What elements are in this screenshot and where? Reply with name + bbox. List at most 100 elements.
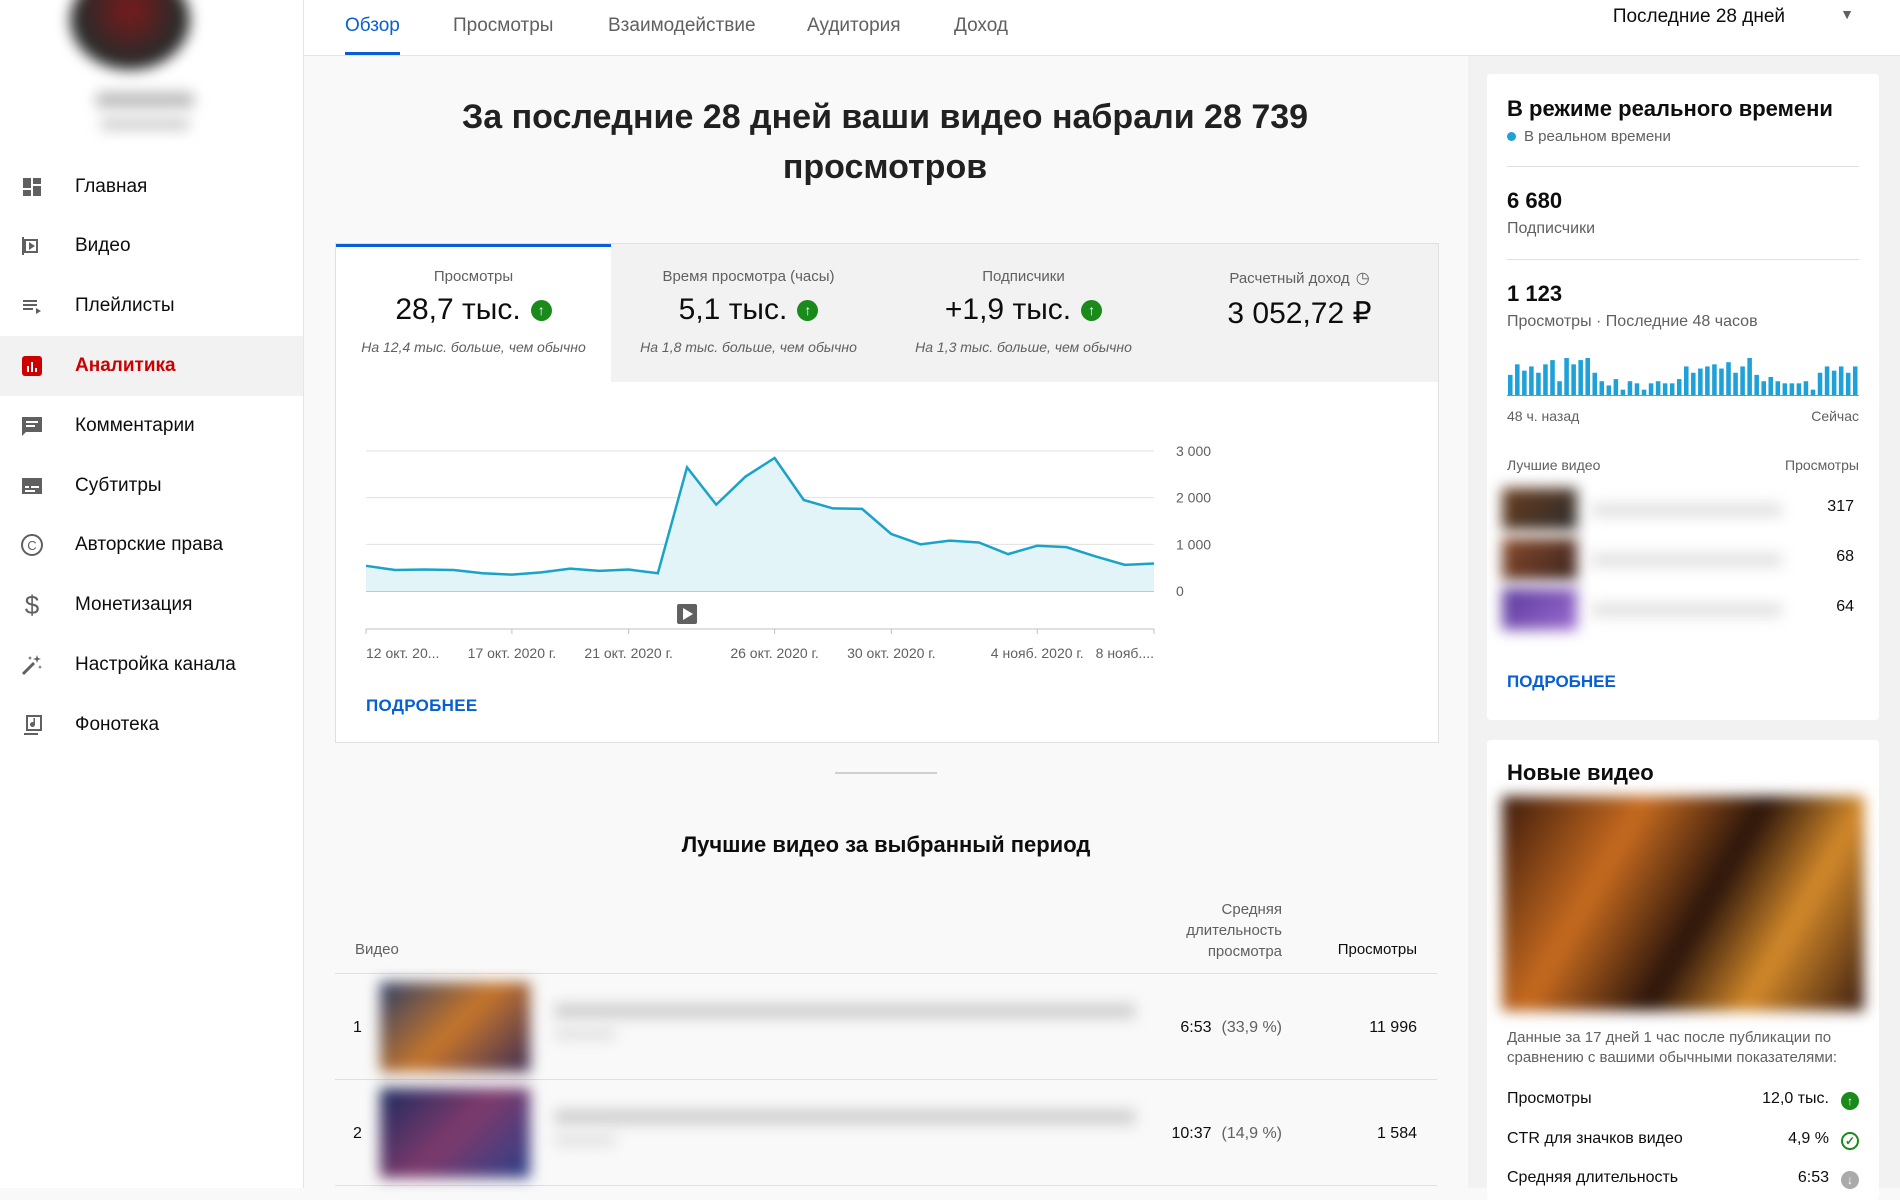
realtime-video-item[interactable]: 68: [1502, 534, 1859, 582]
video-thumbnail[interactable]: [1502, 538, 1577, 580]
table-row[interactable]: 2 10:37 (14,9 %) 1 584: [335, 1080, 1437, 1186]
realtime-bar[interactable]: [1571, 364, 1576, 396]
sidebar-item-subtitles[interactable]: Субтитры: [0, 456, 303, 516]
realtime-bar[interactable]: [1655, 381, 1661, 396]
column-header-views[interactable]: Просмотры: [1338, 941, 1417, 958]
realtime-more-link[interactable]: ПОДРОБНЕЕ: [1507, 672, 1616, 692]
stat-label: CTR для значков видео: [1507, 1130, 1683, 1147]
realtime-bar[interactable]: [1726, 362, 1731, 396]
new-video-thumbnail[interactable]: [1502, 796, 1864, 1011]
realtime-bar[interactable]: [1585, 358, 1590, 396]
realtime-bars-chart[interactable]: [1507, 356, 1859, 396]
realtime-bar[interactable]: [1627, 381, 1633, 396]
realtime-bar[interactable]: [1705, 366, 1710, 396]
sidebar-item-audio-library[interactable]: Фонотека: [0, 695, 303, 755]
realtime-bar[interactable]: [1712, 364, 1717, 396]
realtime-bar[interactable]: [1817, 372, 1823, 396]
stat-value: 4,9 %: [1788, 1130, 1829, 1147]
realtime-bar[interactable]: [1691, 372, 1696, 396]
tab-audience[interactable]: Аудитория: [807, 0, 901, 55]
channel-avatar[interactable]: [70, 0, 190, 70]
realtime-bar[interactable]: [1845, 372, 1851, 396]
realtime-bar[interactable]: [1775, 381, 1781, 396]
video-thumbnail[interactable]: [1502, 588, 1577, 630]
realtime-video-views: 68: [1836, 548, 1854, 565]
metric-tab-watch-time[interactable]: Время просмотра (часы) 5,1 тыс. ↑ На 1,8 …: [611, 244, 887, 382]
sidebar-item-label: Главная: [75, 176, 148, 197]
sidebar-item-customization[interactable]: Настройка канала: [0, 635, 303, 695]
realtime-bar[interactable]: [1606, 385, 1612, 396]
realtime-bar[interactable]: [1684, 366, 1689, 396]
metric-label: Просмотры: [433, 268, 514, 285]
realtime-bar[interactable]: [1719, 368, 1724, 396]
realtime-bar[interactable]: [1648, 383, 1654, 396]
date-range-selector[interactable]: Последние 28 дней: [1613, 6, 1785, 28]
realtime-video-item[interactable]: 64: [1502, 584, 1859, 632]
realtime-bar[interactable]: [1754, 374, 1759, 396]
realtime-bar[interactable]: [1789, 383, 1795, 396]
realtime-bar[interactable]: [1564, 358, 1569, 396]
realtime-live-indicator: В реальном времени: [1507, 128, 1671, 145]
realtime-bar[interactable]: [1747, 358, 1752, 396]
realtime-bar[interactable]: [1634, 383, 1640, 396]
neutral-circle-icon: ↓: [1841, 1171, 1859, 1189]
video-thumbnail[interactable]: [380, 1088, 530, 1178]
realtime-bar[interactable]: [1599, 381, 1605, 396]
metric-tab-subscribers[interactable]: Подписчики +1,9 тыс. ↑ На 1,3 тыс. больше…: [886, 244, 1162, 382]
realtime-bar[interactable]: [1733, 372, 1738, 396]
realtime-bar[interactable]: [1768, 377, 1774, 396]
tab-revenue[interactable]: Доход: [954, 0, 1008, 55]
realtime-bar[interactable]: [1761, 381, 1766, 396]
realtime-bar[interactable]: [1536, 372, 1541, 396]
realtime-bar[interactable]: [1698, 368, 1703, 396]
realtime-bar[interactable]: [1613, 379, 1619, 396]
copyright-icon: C: [17, 533, 47, 557]
sidebar-item-monetization[interactable]: $ Монетизация: [0, 575, 303, 635]
more-details-link[interactable]: ПОДРОБНЕЕ: [366, 696, 478, 716]
realtime-bar[interactable]: [1676, 379, 1682, 396]
realtime-bar[interactable]: [1803, 381, 1809, 396]
realtime-bar[interactable]: [1782, 383, 1788, 396]
realtime-video-item[interactable]: 317: [1502, 484, 1859, 532]
metric-tab-revenue[interactable]: Расчетный доход ◷ 3 052,72 ₽: [1161, 244, 1438, 382]
metric-tab-views[interactable]: Просмотры 28,7 тыс. ↑ На 12,4 тыс. больше…: [336, 244, 612, 382]
realtime-bar[interactable]: [1550, 360, 1555, 396]
tab-overview[interactable]: Обзор: [345, 0, 400, 55]
video-thumbnail[interactable]: [1502, 488, 1577, 530]
sidebar-item-analytics[interactable]: Аналитика: [0, 336, 303, 396]
sidebar-item-playlists[interactable]: Плейлисты: [0, 276, 303, 336]
metric-note: На 1,8 тыс. больше, чем обычно: [640, 339, 857, 355]
chevron-down-icon[interactable]: ▼: [1840, 6, 1854, 22]
tab-engagement[interactable]: Взаимодействие: [608, 0, 756, 55]
video-title-blurred[interactable]: [555, 1004, 1135, 1018]
sidebar-item-comments[interactable]: Комментарии: [0, 396, 303, 456]
realtime-bar[interactable]: [1838, 366, 1844, 396]
realtime-bar[interactable]: [1557, 381, 1562, 396]
divider: [1507, 166, 1859, 167]
magic-wand-icon: [17, 653, 47, 677]
realtime-bar[interactable]: [1578, 360, 1583, 396]
realtime-bar[interactable]: [1522, 370, 1527, 396]
column-header-avg-duration[interactable]: Средняя длительность просмотра: [1162, 899, 1282, 962]
video-title-blurred[interactable]: [555, 1110, 1135, 1124]
realtime-bar[interactable]: [1515, 364, 1520, 396]
realtime-bar[interactable]: [1529, 366, 1534, 396]
realtime-title: В режиме реального времени: [1507, 96, 1833, 121]
realtime-bar[interactable]: [1669, 383, 1675, 396]
realtime-bar[interactable]: [1740, 366, 1745, 396]
realtime-bar[interactable]: [1662, 383, 1668, 396]
realtime-bar[interactable]: [1592, 372, 1598, 396]
realtime-bar[interactable]: [1796, 383, 1802, 396]
tab-views[interactable]: Просмотры: [453, 0, 553, 55]
table-row[interactable]: 1 6:53 (33,9 %) 11 996: [335, 974, 1437, 1080]
realtime-bar[interactable]: [1508, 374, 1513, 396]
video-thumbnail[interactable]: [380, 982, 530, 1072]
realtime-bar[interactable]: [1831, 370, 1837, 396]
sidebar-item-dashboard[interactable]: Главная: [0, 157, 303, 217]
realtime-bar[interactable]: [1824, 366, 1830, 396]
realtime-bar[interactable]: [1543, 364, 1548, 396]
realtime-bar[interactable]: [1852, 366, 1858, 396]
comments-icon: [17, 414, 47, 438]
sidebar-item-videos[interactable]: Видео: [0, 216, 303, 276]
sidebar-item-copyright[interactable]: C Авторские права: [0, 515, 303, 575]
